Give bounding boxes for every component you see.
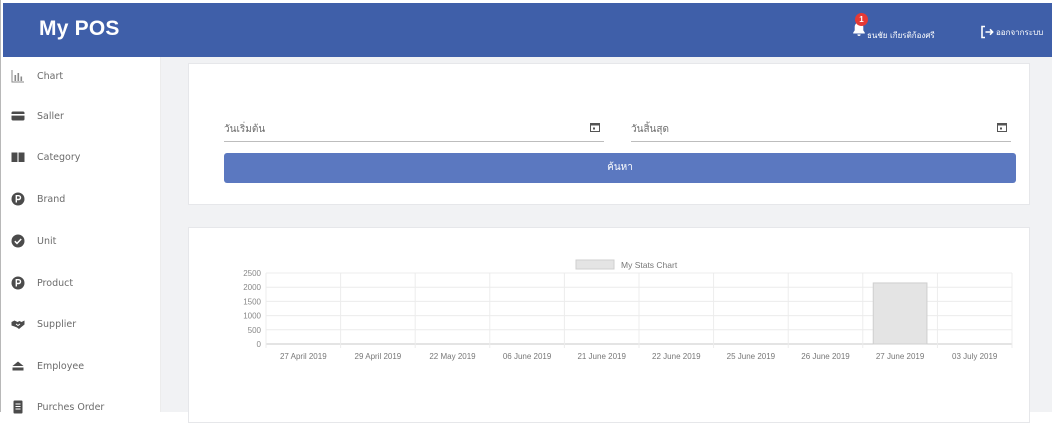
sidebar-item-label: Saller — [37, 110, 64, 122]
calendar-icon[interactable] — [590, 122, 600, 132]
sidebar-item-product[interactable]: Product — [11, 274, 73, 292]
y-tick-label: 500 — [248, 326, 262, 335]
user-name[interactable]: ธนชัย เกียรติก้องศรี — [867, 29, 935, 42]
check-circle-icon — [11, 234, 25, 248]
stats-chart: My Stats Chart 2500 2000 1500 1000 500 0 27 Apr… — [243, 259, 1013, 361]
sidebar-item-label: Product — [37, 277, 74, 289]
sidebar-item-saller[interactable]: Saller — [11, 107, 64, 125]
end-date-placeholder: วันสิ้นสุด — [631, 124, 669, 135]
y-tick-label: 2500 — [243, 269, 261, 278]
x-tick-label: 27 April 2019 — [280, 352, 327, 361]
legend-label: My Stats Chart — [621, 260, 678, 270]
notification-button[interactable]: 1 — [851, 13, 868, 37]
x-tick-label: 03 July 2019 — [952, 352, 998, 361]
y-tick-label: 1500 — [243, 297, 261, 306]
x-tick-label: 26 June 2019 — [801, 352, 850, 361]
logout-button[interactable]: ออกจากระบบ — [980, 25, 1043, 39]
start-date-input[interactable]: วันเริ่มต้น — [224, 120, 604, 142]
sidebar-item-label: Supplier — [37, 318, 77, 330]
calendar-icon[interactable] — [997, 122, 1007, 132]
start-date-placeholder: วันเริ่มต้น — [224, 124, 266, 135]
circle-p-icon — [11, 276, 25, 290]
sidebar-item-supplier[interactable]: Supplier — [11, 315, 76, 333]
users-icon — [11, 359, 25, 373]
wallet-icon — [11, 109, 25, 123]
app-title[interactable]: My POS — [39, 17, 120, 41]
x-tick-label: 27 June 2019 — [876, 352, 925, 361]
sidebar-item-label: Brand — [37, 193, 66, 205]
filter-card: วันเริ่มต้น วันสิ้นสุด ค้นหา — [188, 63, 1030, 205]
sidebar-item-label: Category — [37, 151, 81, 163]
end-date-input[interactable]: วันสิ้นสุด — [631, 120, 1011, 142]
sidebar-item-label: Unit — [37, 235, 57, 247]
sidebar-item-label: Employee — [37, 360, 85, 372]
legend-swatch — [575, 259, 615, 270]
x-tick-label: 22 June 2019 — [652, 352, 701, 361]
sidebar-item-label: Chart — [37, 70, 64, 82]
y-tick-label: 2000 — [243, 283, 261, 292]
chart-card: My Stats Chart 2500 2000 1500 1000 500 0 27 Apr… — [188, 227, 1030, 423]
x-tick-label: 06 June 2019 — [503, 352, 552, 361]
sidebar-item-category[interactable]: Category — [11, 148, 80, 166]
app-frame: My POS 1 ธนชัย เกียรติก้องศรี ออกจากระบบ… — [0, 0, 1052, 423]
x-tick-label: 21 June 2019 — [577, 352, 626, 361]
bar — [872, 282, 928, 345]
sidebar-item-employee[interactable]: Employee — [11, 357, 84, 375]
notification-badge: 1 — [855, 13, 868, 26]
sidebar-item-purches-order[interactable]: Purches Order — [11, 398, 104, 416]
sidebar: Chart Saller Category Brand Unit Product… — [3, 57, 161, 414]
x-tick-label: 22 May 2019 — [429, 352, 476, 361]
sidebar-item-unit[interactable]: Unit — [11, 232, 56, 250]
y-tick-label: 1000 — [243, 312, 261, 321]
circle-p-icon — [11, 192, 25, 206]
search-button[interactable]: ค้นหา — [224, 153, 1016, 183]
x-tick-label: 25 June 2019 — [727, 352, 776, 361]
top-navbar: My POS 1 ธนชัย เกียรติก้องศรี ออกจากระบบ — [3, 3, 1052, 57]
sidebar-item-chart[interactable]: Chart — [11, 67, 63, 85]
main-content: วันเริ่มต้น วันสิ้นสุด ค้นหา My Stats Ch… — [161, 57, 1052, 423]
y-tick-label: 0 — [257, 340, 262, 349]
logout-icon — [981, 25, 994, 39]
logout-label: ออกจากระบบ — [996, 27, 1044, 37]
sidebar-item-label: Purches Order — [37, 401, 105, 413]
sidebar-item-brand[interactable]: Brand — [11, 190, 65, 208]
x-tick-label: 29 April 2019 — [355, 352, 402, 361]
book-icon — [11, 150, 25, 164]
handshake-icon — [11, 317, 25, 331]
bar-chart-icon — [11, 69, 25, 83]
